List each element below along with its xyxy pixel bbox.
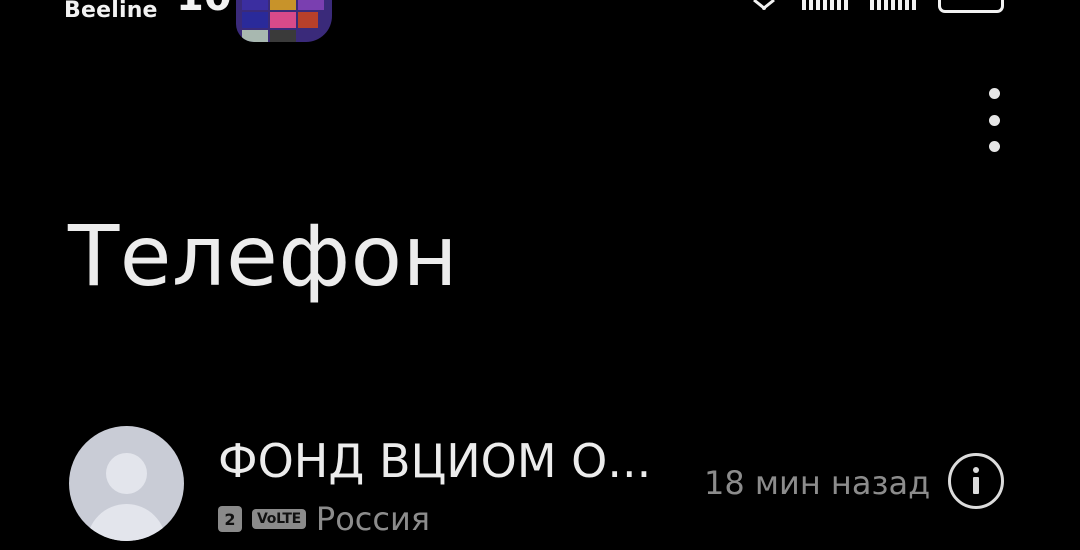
volte-badge: VoLTE	[252, 509, 306, 529]
call-location: Россия	[315, 500, 431, 538]
person-icon	[69, 426, 184, 541]
sim-badge: 2	[218, 506, 242, 532]
more-vertical-icon	[988, 88, 1000, 99]
signal-sim2-icon	[870, 0, 916, 10]
caller-name: ФОНД ВЦИОМ О...	[218, 434, 652, 488]
battery-level: 70	[958, 0, 983, 3]
more-options-button[interactable]	[978, 88, 1010, 152]
wifi-icon	[753, 0, 775, 10]
page-title: Телефон	[68, 207, 458, 305]
signal-sim1-icon	[802, 0, 848, 10]
recent-call-item[interactable]: ФОНД ВЦИОМ О... 2 VoLTE Россия 18 мин на…	[0, 420, 1080, 550]
app-notification-icon	[236, 0, 332, 42]
carrier-name: Beeline	[64, 0, 158, 23]
info-icon[interactable]	[948, 453, 1004, 509]
call-meta: 2 VoLTE Россия	[218, 500, 430, 538]
battery-icon: 70	[938, 0, 1004, 13]
call-time: 18 мин назад	[704, 464, 931, 502]
status-bar: Beeline 10:5 70	[0, 0, 1080, 42]
status-icons: 70	[750, 0, 1004, 13]
